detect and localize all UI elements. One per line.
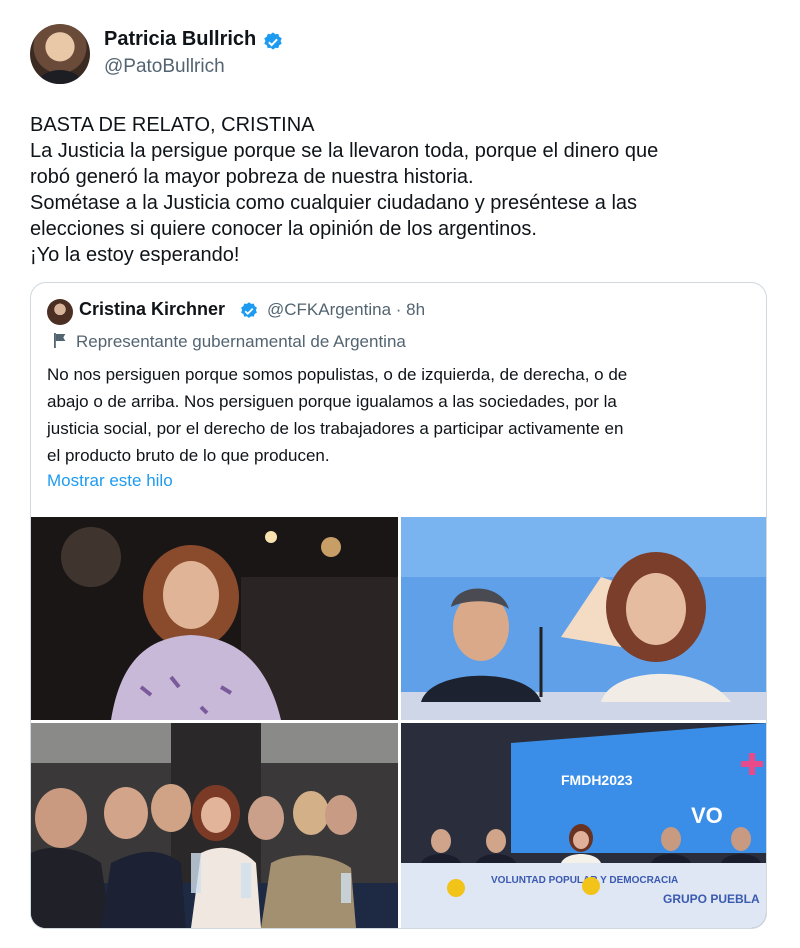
quoted-line: justicia social, por el derecho de los t… — [47, 419, 624, 438]
quoted-tweet-text: No nos persiguen porque somos populistas… — [47, 361, 747, 469]
photo-2[interactable] — [401, 517, 766, 720]
stage-banner-text-2: VO — [691, 803, 723, 828]
tweet-text: BASTA DE RELATO, CRISTINA La Justicia la… — [30, 112, 770, 268]
quoted-line: el producto bruto de lo que producen. — [47, 446, 330, 465]
author-handle[interactable]: @PatoBullrich — [104, 56, 225, 78]
quoted-line: abajo o de arriba. Nos persiguen porque … — [47, 392, 617, 411]
quoted-tweet-card[interactable]: Cristina Kirchner @CFKArgentina · 8h Rep… — [30, 282, 767, 929]
quoted-line: No nos persiguen porque somos populistas… — [47, 365, 628, 384]
verified-badge-icon — [241, 302, 257, 318]
quoted-author-name[interactable]: Cristina Kirchner — [79, 299, 225, 320]
government-label-text: Representante gubernamental de Argentina — [76, 332, 406, 351]
grupo-puebla-logo: GRUPO PUEBLA — [663, 892, 760, 906]
quoted-tweet-time[interactable]: 8h — [406, 300, 425, 319]
quoted-author-avatar[interactable] — [47, 299, 73, 325]
tweet-line: BASTA DE RELATO, CRISTINA — [30, 114, 315, 136]
photo-4[interactable]: FMDH2023 VO VOLUNTAD POPULAR Y DEMOCRACI… — [401, 723, 766, 928]
flag-icon — [54, 333, 66, 348]
author-name[interactable]: Patricia Bullrich — [104, 28, 256, 51]
photo-3[interactable] — [31, 723, 398, 928]
show-thread-link[interactable]: Mostrar este hilo — [47, 471, 173, 491]
quoted-author-handle[interactable]: @CFKArgentina — [267, 300, 391, 319]
tweet-line: La Justicia la persigue porque se la lle… — [30, 140, 659, 162]
quoted-author-meta[interactable]: @CFKArgentina · 8h — [267, 300, 425, 320]
photo-1[interactable] — [31, 517, 398, 720]
stage-banner-text: FMDH2023 — [561, 772, 633, 788]
government-label: Representante gubernamental de Argentina — [53, 332, 406, 352]
verified-badge-icon — [264, 32, 282, 50]
tweet-line: elecciones si quiere conocer la opinión … — [30, 218, 537, 240]
tweet-line: robó generó la mayor pobreza de nuestra … — [30, 166, 474, 188]
author-avatar[interactable] — [30, 24, 90, 84]
tweet-line: Sométase a la Justicia como cualquier ci… — [30, 192, 638, 214]
tweet-line: ¡Yo la estoy esperando! — [30, 244, 240, 266]
